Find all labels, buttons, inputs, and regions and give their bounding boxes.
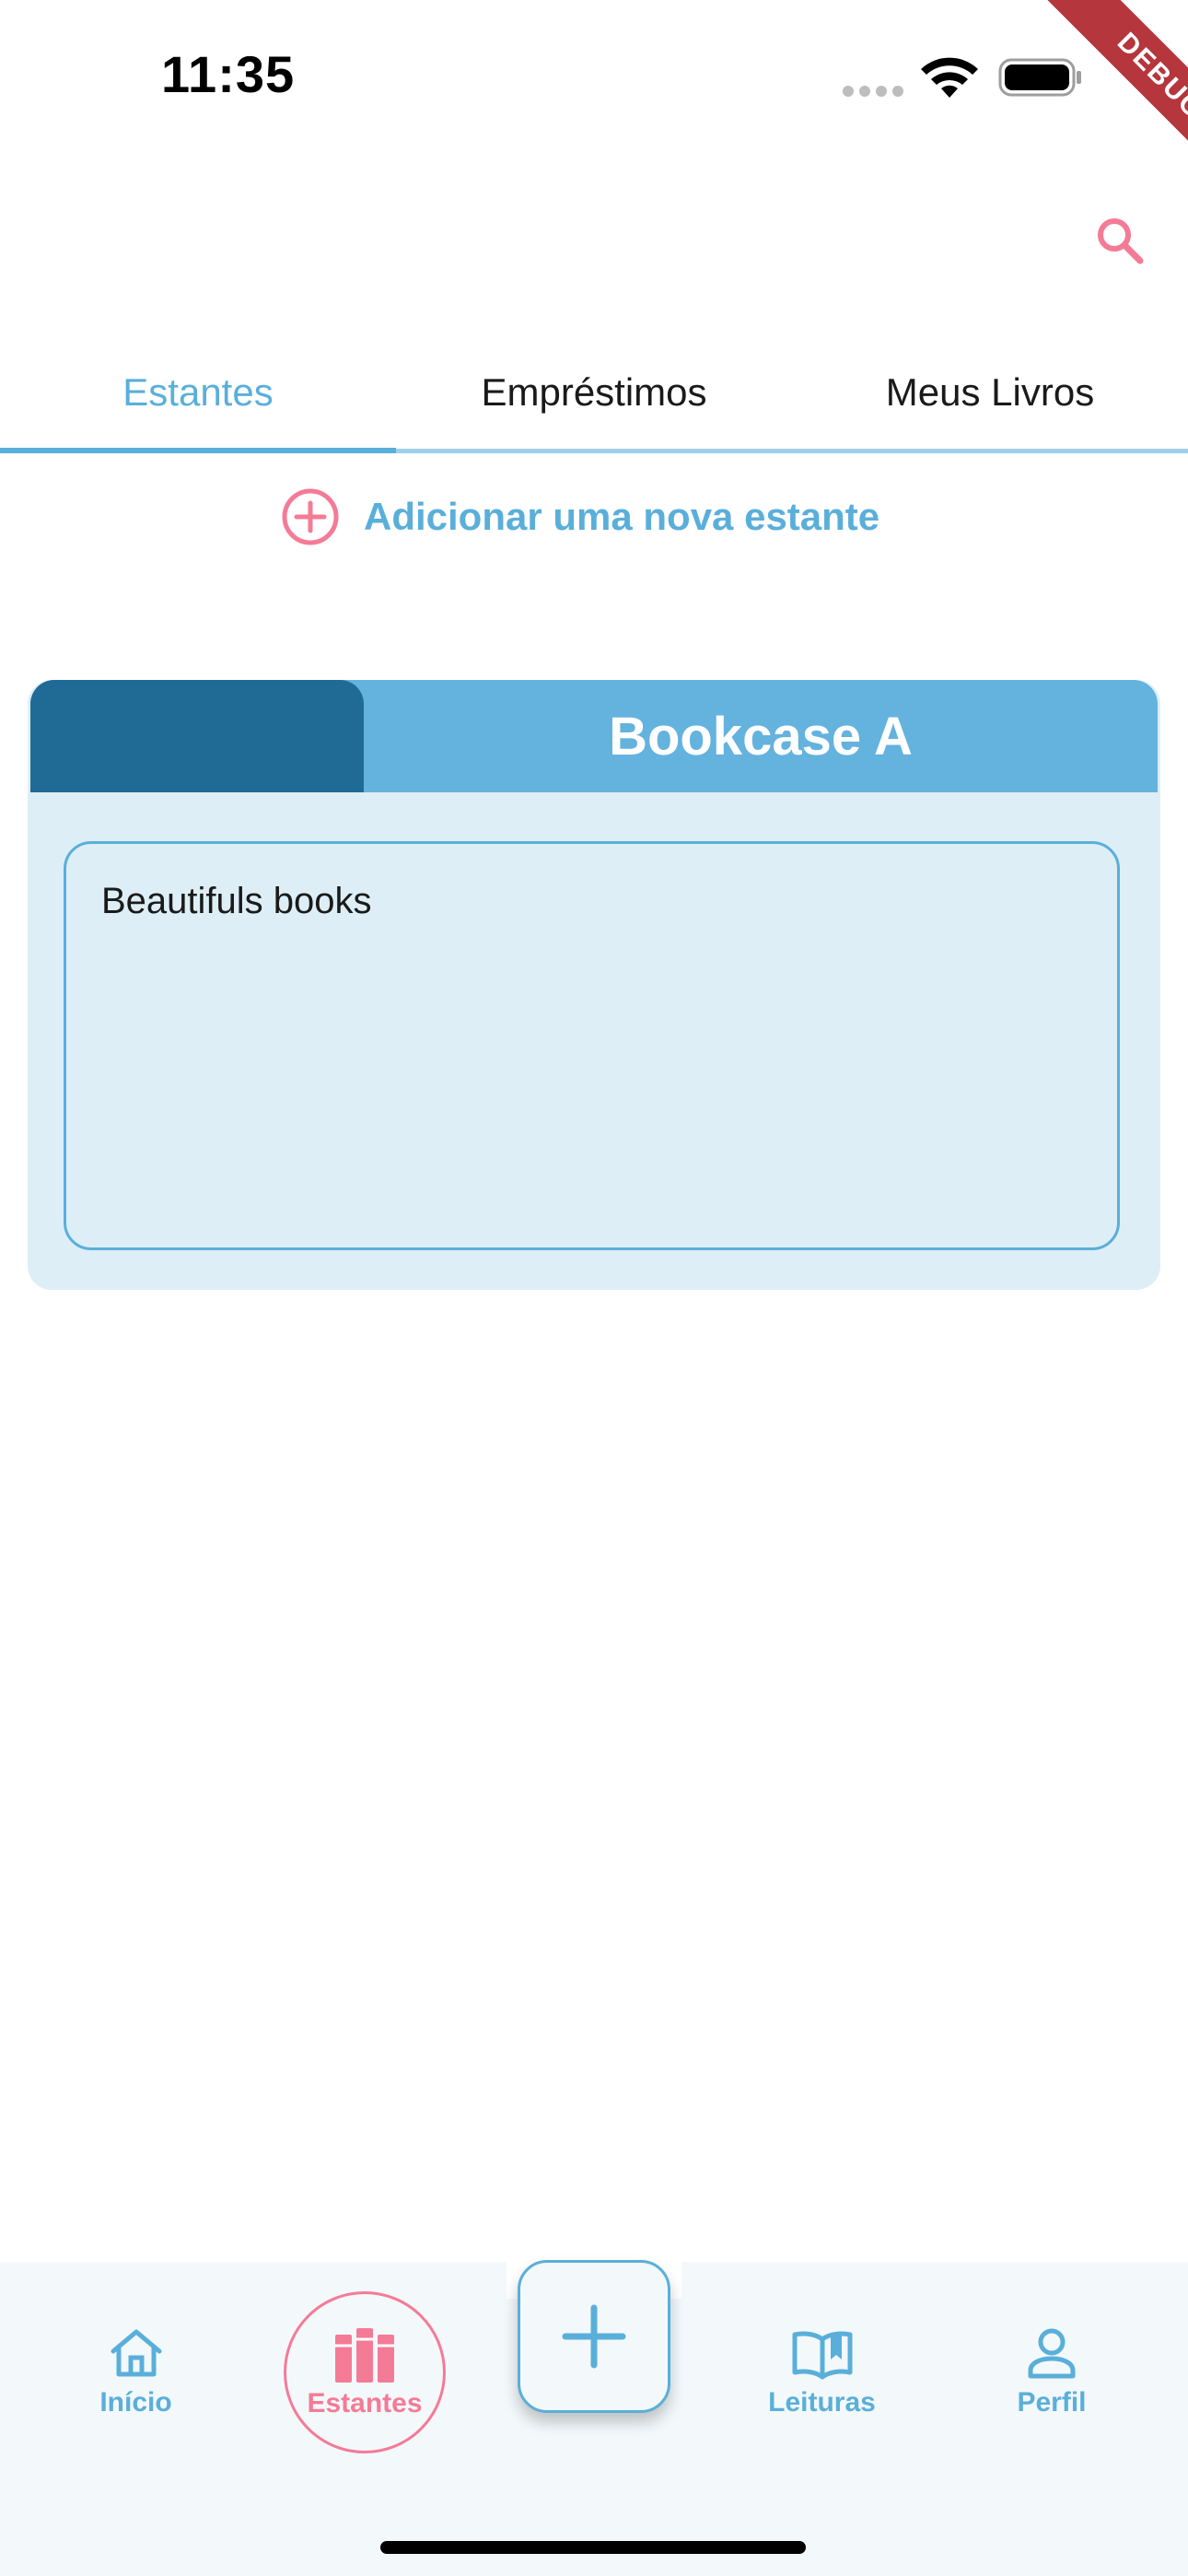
nav-label-perfil: Perfil [1017,2387,1087,2418]
add-circle-icon [282,488,339,545]
person-icon [1028,2328,1076,2379]
nav-label-estantes: Estantes [307,2388,423,2418]
nav-item-leituras[interactable]: Leituras [764,2326,879,2418]
bookcase-description: Beautifuls books [64,841,1120,1250]
search-button[interactable] [1087,207,1153,274]
battery-icon [998,58,1081,97]
plus-icon [562,2304,626,2369]
bookcase-card[interactable]: Bookcase A Beautifuls books [28,680,1160,1290]
home-icon [111,2329,161,2377]
tab-emprestimos[interactable]: Empréstimos [396,336,792,449]
nav-label-inicio: Início [99,2387,172,2418]
search-icon [1098,218,1144,264]
nav-label-leituras: Leituras [768,2387,876,2418]
add-shelf-label: Adicionar uma nova estante [364,495,880,538]
tab-bar: Estantes Empréstimos Meus Livros [0,336,1188,453]
bookcase-header-accent [30,680,364,792]
add-shelf-button[interactable]: Adicionar uma nova estante [281,486,879,547]
home-indicator[interactable] [380,2541,806,2554]
cellular-signal-icon [843,86,905,97]
bookcase-header: Bookcase A [30,680,1158,792]
tab-estantes[interactable]: Estantes [0,336,396,453]
bookcase-title: Bookcase A [609,706,913,767]
wifi-icon [921,57,978,98]
nav-item-inicio[interactable]: Início [83,2326,189,2418]
open-book-icon [792,2331,852,2380]
debug-banner: DEBUG [1034,0,1188,203]
tab-meus-livros[interactable]: Meus Livros [792,336,1188,449]
screen: 11:35 DEBUG Estantes Empréstimos Meus Li… [0,0,1188,2576]
status-time: 11:35 [161,45,296,103]
nav-item-estantes[interactable]: Estantes [284,2291,446,2453]
nav-item-perfil[interactable]: Perfil [1006,2326,1098,2418]
add-fab-button[interactable] [518,2260,670,2413]
bottom-navigation: Início Estantes Leituras Perfil [0,2260,1188,2576]
bookshelf-icon [335,2328,394,2383]
